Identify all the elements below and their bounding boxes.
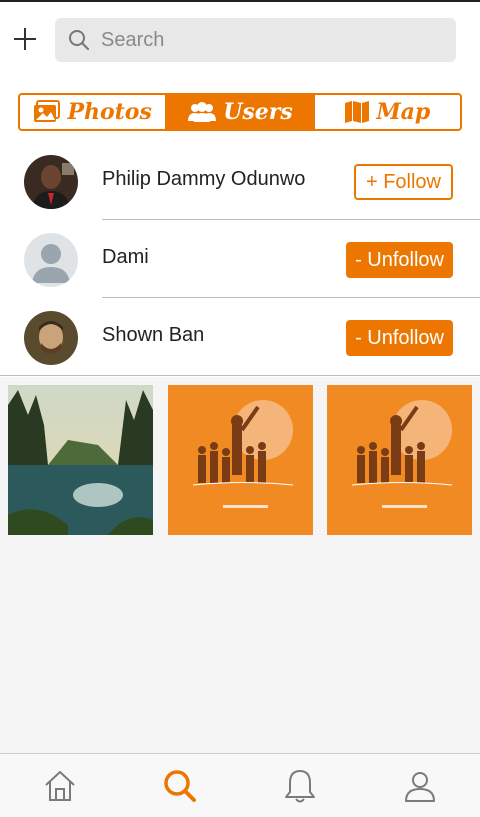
search-bar: [0, 2, 480, 78]
plus-icon: [14, 28, 36, 50]
tab-bar: Photos Users Map: [18, 93, 462, 131]
list-item[interactable]: Philip Dammy Odunwo + Follow: [0, 142, 480, 220]
profile-icon: [405, 771, 435, 802]
search-field[interactable]: [55, 18, 456, 62]
home-icon: [45, 770, 75, 801]
divider: [0, 375, 480, 376]
search-icon: [67, 28, 91, 52]
nav-search[interactable]: [120, 754, 240, 817]
nav-home[interactable]: [0, 754, 120, 817]
search-input[interactable]: [101, 28, 441, 52]
photos-icon: [33, 100, 61, 124]
search-icon: [164, 769, 196, 802]
follow-button[interactable]: + Follow: [353, 164, 453, 200]
map-icon: [344, 100, 370, 124]
user-list: Philip Dammy Odunwo + Follow Dami - Unfo…: [0, 142, 480, 376]
user-name: Philip Dammy Odunwo: [102, 168, 306, 190]
nav-profile[interactable]: [360, 754, 480, 817]
users-icon: [187, 101, 217, 123]
tab-photos-label: Photos: [67, 99, 152, 125]
photo-thumbnail[interactable]: [327, 385, 472, 535]
tab-users-label: Users: [223, 99, 293, 125]
list-item[interactable]: Shown Ban - Unfollow: [0, 298, 480, 376]
tab-photos[interactable]: Photos: [20, 95, 168, 129]
user-name: Dami: [102, 246, 149, 268]
tab-map-label: Map: [376, 99, 431, 125]
bell-icon: [285, 769, 315, 802]
list-item[interactable]: Dami - Unfollow: [0, 220, 480, 298]
photo-thumbnail[interactable]: [8, 385, 153, 535]
photo-thumbnail[interactable]: [168, 385, 313, 535]
nav-notifications[interactable]: [240, 754, 360, 817]
avatar[interactable]: [24, 155, 78, 209]
unfollow-button[interactable]: - Unfollow: [346, 320, 453, 356]
bottom-nav: [0, 753, 480, 817]
avatar[interactable]: [24, 233, 78, 287]
user-name: Shown Ban: [102, 324, 205, 346]
unfollow-button[interactable]: - Unfollow: [346, 242, 453, 278]
add-button[interactable]: [8, 22, 42, 56]
tab-map[interactable]: Map: [315, 95, 460, 129]
photo-grid: [0, 377, 480, 753]
avatar[interactable]: [24, 311, 78, 365]
tab-users[interactable]: Users: [167, 95, 315, 129]
